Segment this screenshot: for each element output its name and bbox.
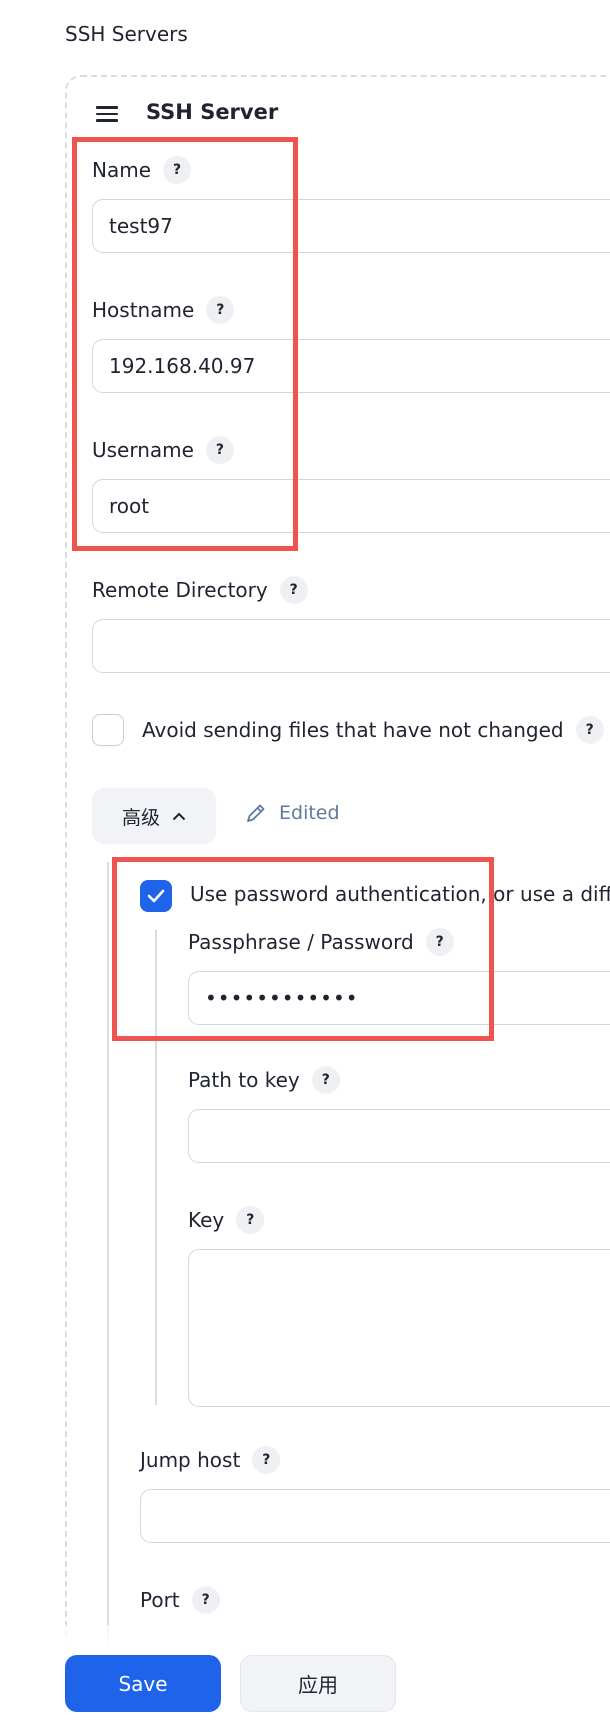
port-help-icon[interactable]: ? xyxy=(191,1586,220,1614)
advanced-button-label: 高级 xyxy=(121,806,160,829)
advanced-toggle-button[interactable]: 高级 xyxy=(92,788,216,844)
path-to-key-input[interactable] xyxy=(188,1109,610,1163)
avoid-sending-help-icon[interactable]: ? xyxy=(575,716,604,744)
drag-handle-icon[interactable] xyxy=(96,106,118,122)
avoid-sending-label-text: Avoid sending files that have not change… xyxy=(142,718,564,742)
key-label: Key ? xyxy=(188,1206,265,1234)
remote-directory-label-text: Remote Directory xyxy=(92,578,268,602)
edited-label: Edited xyxy=(279,802,340,824)
save-button[interactable]: Save xyxy=(65,1655,221,1712)
pencil-icon xyxy=(247,804,265,822)
edited-indicator: Edited xyxy=(245,802,340,824)
port-label: Port ? xyxy=(140,1586,220,1614)
avoid-sending-label: Avoid sending files that have not change… xyxy=(142,716,604,744)
remote-directory-help-icon[interactable]: ? xyxy=(279,576,308,604)
jump-host-input[interactable] xyxy=(140,1489,610,1543)
port-label-text: Port xyxy=(140,1588,180,1612)
annotation-box-credentials xyxy=(72,137,298,551)
section-title: SSH Servers xyxy=(65,22,188,46)
path-to-key-label: Path to key ? xyxy=(188,1066,340,1094)
path-to-key-label-text: Path to key xyxy=(188,1068,300,1092)
avoid-sending-checkbox[interactable] xyxy=(92,714,124,746)
key-textarea[interactable] xyxy=(188,1249,610,1407)
remote-directory-label: Remote Directory ? xyxy=(92,576,308,604)
key-label-text: Key xyxy=(188,1208,225,1232)
remote-directory-input[interactable] xyxy=(92,619,610,673)
apply-button[interactable]: 应用 xyxy=(240,1655,396,1712)
annotation-box-password xyxy=(112,857,494,1041)
config-page: SSH Servers SSH Server Name ? test97 Hos… xyxy=(0,0,610,1720)
jump-host-label-text: Jump host xyxy=(140,1448,241,1472)
advanced-section-line xyxy=(107,862,109,1720)
key-help-icon[interactable]: ? xyxy=(236,1206,265,1234)
path-to-key-help-icon[interactable]: ? xyxy=(311,1066,340,1094)
card-title: SSH Server xyxy=(146,100,279,124)
chevron-up-icon xyxy=(172,812,186,820)
jump-host-help-icon[interactable]: ? xyxy=(252,1446,281,1474)
jump-host-label: Jump host ? xyxy=(140,1446,281,1474)
